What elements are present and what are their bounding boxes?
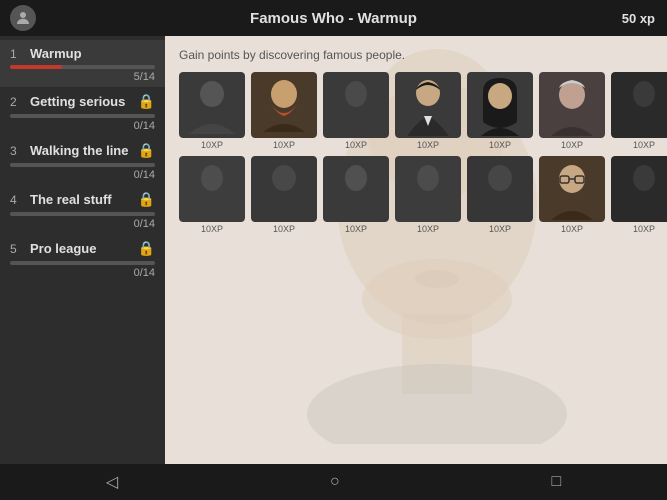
celeb-img-7 bbox=[611, 72, 667, 138]
celeb-img-5 bbox=[467, 72, 533, 138]
sidebar-num-2: 2 bbox=[10, 95, 24, 109]
celeb-xp-13: 10XP bbox=[561, 224, 583, 234]
celeb-img-14 bbox=[611, 156, 667, 222]
celeb-img-12 bbox=[467, 156, 533, 222]
celeb-img-11 bbox=[395, 156, 461, 222]
progress-bar-3 bbox=[10, 163, 155, 167]
lock-icon-3: 🔒 bbox=[138, 142, 155, 159]
lock-icon-4: 🔒 bbox=[138, 191, 155, 208]
sidebar-num-5: 5 bbox=[10, 242, 24, 256]
celeb-card-10[interactable]: 10XP bbox=[323, 156, 389, 234]
progress-bar-warmup bbox=[10, 65, 155, 69]
celeb-grid: 10XP 10XP bbox=[179, 72, 653, 234]
celeb-img-2 bbox=[251, 72, 317, 138]
celeb-xp-8: 10XP bbox=[201, 224, 223, 234]
celeb-xp-4: 10XP bbox=[417, 140, 439, 150]
recents-button[interactable]: □ bbox=[531, 469, 581, 495]
xp-display: 50 xp bbox=[622, 11, 655, 26]
bottom-nav: ◁ ○ □ bbox=[0, 464, 667, 500]
celeb-card-9[interactable]: 10XP bbox=[251, 156, 317, 234]
celeb-xp-14: 10XP bbox=[633, 224, 655, 234]
sidebar-item-warmup[interactable]: 1 Warmup 5/14 bbox=[0, 40, 165, 87]
celeb-xp-3: 10XP bbox=[345, 140, 367, 150]
celeb-card-3[interactable]: 10XP bbox=[323, 72, 389, 150]
celeb-img-4 bbox=[395, 72, 461, 138]
celeb-card-11[interactable]: 10XP bbox=[395, 156, 461, 234]
sidebar-label-real-stuff: The real stuff bbox=[30, 192, 112, 207]
sidebar-num-3: 3 bbox=[10, 144, 24, 158]
celeb-xp-1: 10XP bbox=[201, 140, 223, 150]
sidebar-label-getting-serious: Getting serious bbox=[30, 94, 125, 109]
sidebar-item-real-stuff[interactable]: 4 The real stuff 🔒 0/14 bbox=[0, 185, 165, 234]
celeb-card-4[interactable]: 10XP bbox=[395, 72, 461, 150]
progress-bar-5 bbox=[10, 261, 155, 265]
lock-icon-2: 🔒 bbox=[138, 93, 155, 110]
celeb-card-13[interactable]: 10XP bbox=[539, 156, 605, 234]
celeb-card-6[interactable]: 10XP bbox=[539, 72, 605, 150]
sidebar-score-4: 0/14 bbox=[10, 218, 155, 230]
celeb-xp-2: 10XP bbox=[273, 140, 295, 150]
sidebar-score-2: 0/14 bbox=[10, 120, 155, 132]
sidebar-num-4: 4 bbox=[10, 193, 24, 207]
sidebar: 1 Warmup 5/14 2 Getting serious 🔒 0/14 bbox=[0, 36, 165, 464]
celeb-img-10 bbox=[323, 156, 389, 222]
celeb-card-7[interactable]: 10XP bbox=[611, 72, 667, 150]
celeb-xp-7: 10XP bbox=[633, 140, 655, 150]
progress-fill-warmup bbox=[10, 65, 62, 69]
back-button[interactable]: ◁ bbox=[86, 468, 138, 496]
celeb-card-14[interactable]: 10XP bbox=[611, 156, 667, 234]
celeb-xp-9: 10XP bbox=[273, 224, 295, 234]
sidebar-label-warmup: Warmup bbox=[30, 46, 82, 61]
sidebar-score-5: 0/14 bbox=[10, 267, 155, 279]
content-inner: Gain points by discovering famous people… bbox=[165, 36, 667, 464]
celeb-xp-11: 10XP bbox=[417, 224, 439, 234]
celeb-xp-10: 10XP bbox=[345, 224, 367, 234]
progress-bar-4 bbox=[10, 212, 155, 216]
sidebar-label-walking-line: Walking the line bbox=[30, 143, 128, 158]
celeb-img-3 bbox=[323, 72, 389, 138]
sidebar-item-getting-serious[interactable]: 2 Getting serious 🔒 0/14 bbox=[0, 87, 165, 136]
celeb-img-9 bbox=[251, 156, 317, 222]
celeb-xp-12: 10XP bbox=[489, 224, 511, 234]
lock-icon-5: 🔒 bbox=[138, 240, 155, 257]
top-bar: Famous Who - Warmup 50 xp bbox=[0, 0, 667, 36]
celeb-xp-5: 10XP bbox=[489, 140, 511, 150]
celeb-card-1[interactable]: 10XP bbox=[179, 72, 245, 150]
celeb-img-8 bbox=[179, 156, 245, 222]
main-layout: 1 Warmup 5/14 2 Getting serious 🔒 0/14 bbox=[0, 36, 667, 464]
avatar bbox=[10, 5, 36, 31]
content-hint: Gain points by discovering famous people… bbox=[179, 48, 653, 62]
sidebar-score-warmup: 5/14 bbox=[10, 71, 155, 83]
celeb-img-1 bbox=[179, 72, 245, 138]
celeb-xp-6: 10XP bbox=[561, 140, 583, 150]
celeb-card-5[interactable]: 10XP bbox=[467, 72, 533, 150]
celeb-img-6 bbox=[539, 72, 605, 138]
progress-bar-2 bbox=[10, 114, 155, 118]
celeb-card-12[interactable]: 10XP bbox=[467, 156, 533, 234]
celeb-card-8[interactable]: 10XP bbox=[179, 156, 245, 234]
app-title: Famous Who - Warmup bbox=[250, 10, 417, 27]
home-button[interactable]: ○ bbox=[310, 469, 360, 495]
sidebar-item-pro-league[interactable]: 5 Pro league 🔒 0/14 bbox=[0, 234, 165, 283]
sidebar-score-3: 0/14 bbox=[10, 169, 155, 181]
celeb-img-13 bbox=[539, 156, 605, 222]
content-area: Gain points by discovering famous people… bbox=[165, 36, 667, 464]
sidebar-num-1: 1 bbox=[10, 47, 24, 61]
celeb-card-2[interactable]: 10XP bbox=[251, 72, 317, 150]
sidebar-item-walking-line[interactable]: 3 Walking the line 🔒 0/14 bbox=[0, 136, 165, 185]
sidebar-label-pro-league: Pro league bbox=[30, 241, 96, 256]
